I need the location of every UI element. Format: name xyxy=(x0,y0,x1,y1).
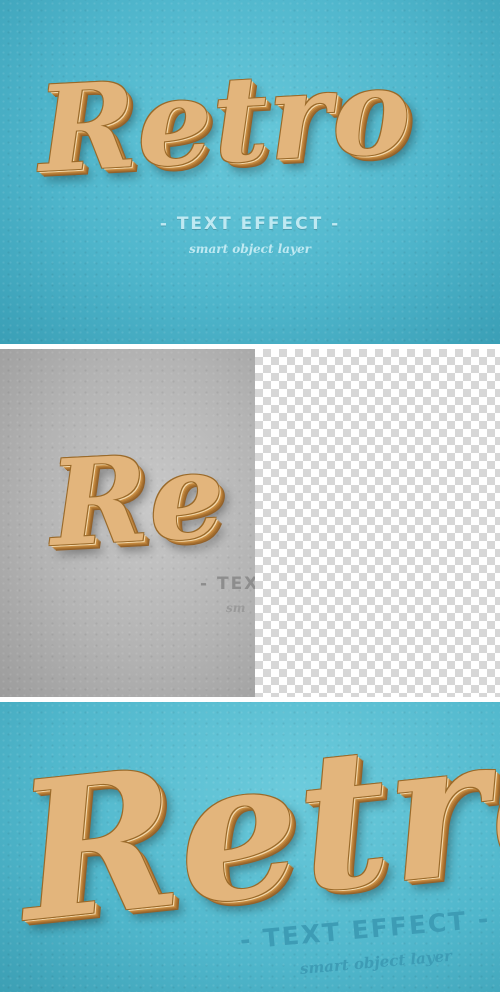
perspective-preview-panel: Retro - TEXT EFFECT - smart object layer xyxy=(0,702,500,992)
text-effect-label-partial: - TEX xyxy=(200,574,255,594)
teal-preview-panel: Retro - TEXT EFFECT - smart object layer xyxy=(0,0,500,344)
transparent-checkerboard-half: tro xyxy=(255,349,500,697)
text-effect-label: - TEXT EFFECT - xyxy=(159,214,341,234)
retro-title-styled: Re xyxy=(46,424,229,573)
split-comparison-panel: Re - TEX sm tro xyxy=(0,349,500,697)
smart-object-label: smart object layer xyxy=(189,242,311,256)
retro-title: Retro xyxy=(34,40,415,199)
gray-textured-half: Re - TEX sm xyxy=(0,349,255,697)
smart-object-label-partial: sm xyxy=(226,601,246,615)
